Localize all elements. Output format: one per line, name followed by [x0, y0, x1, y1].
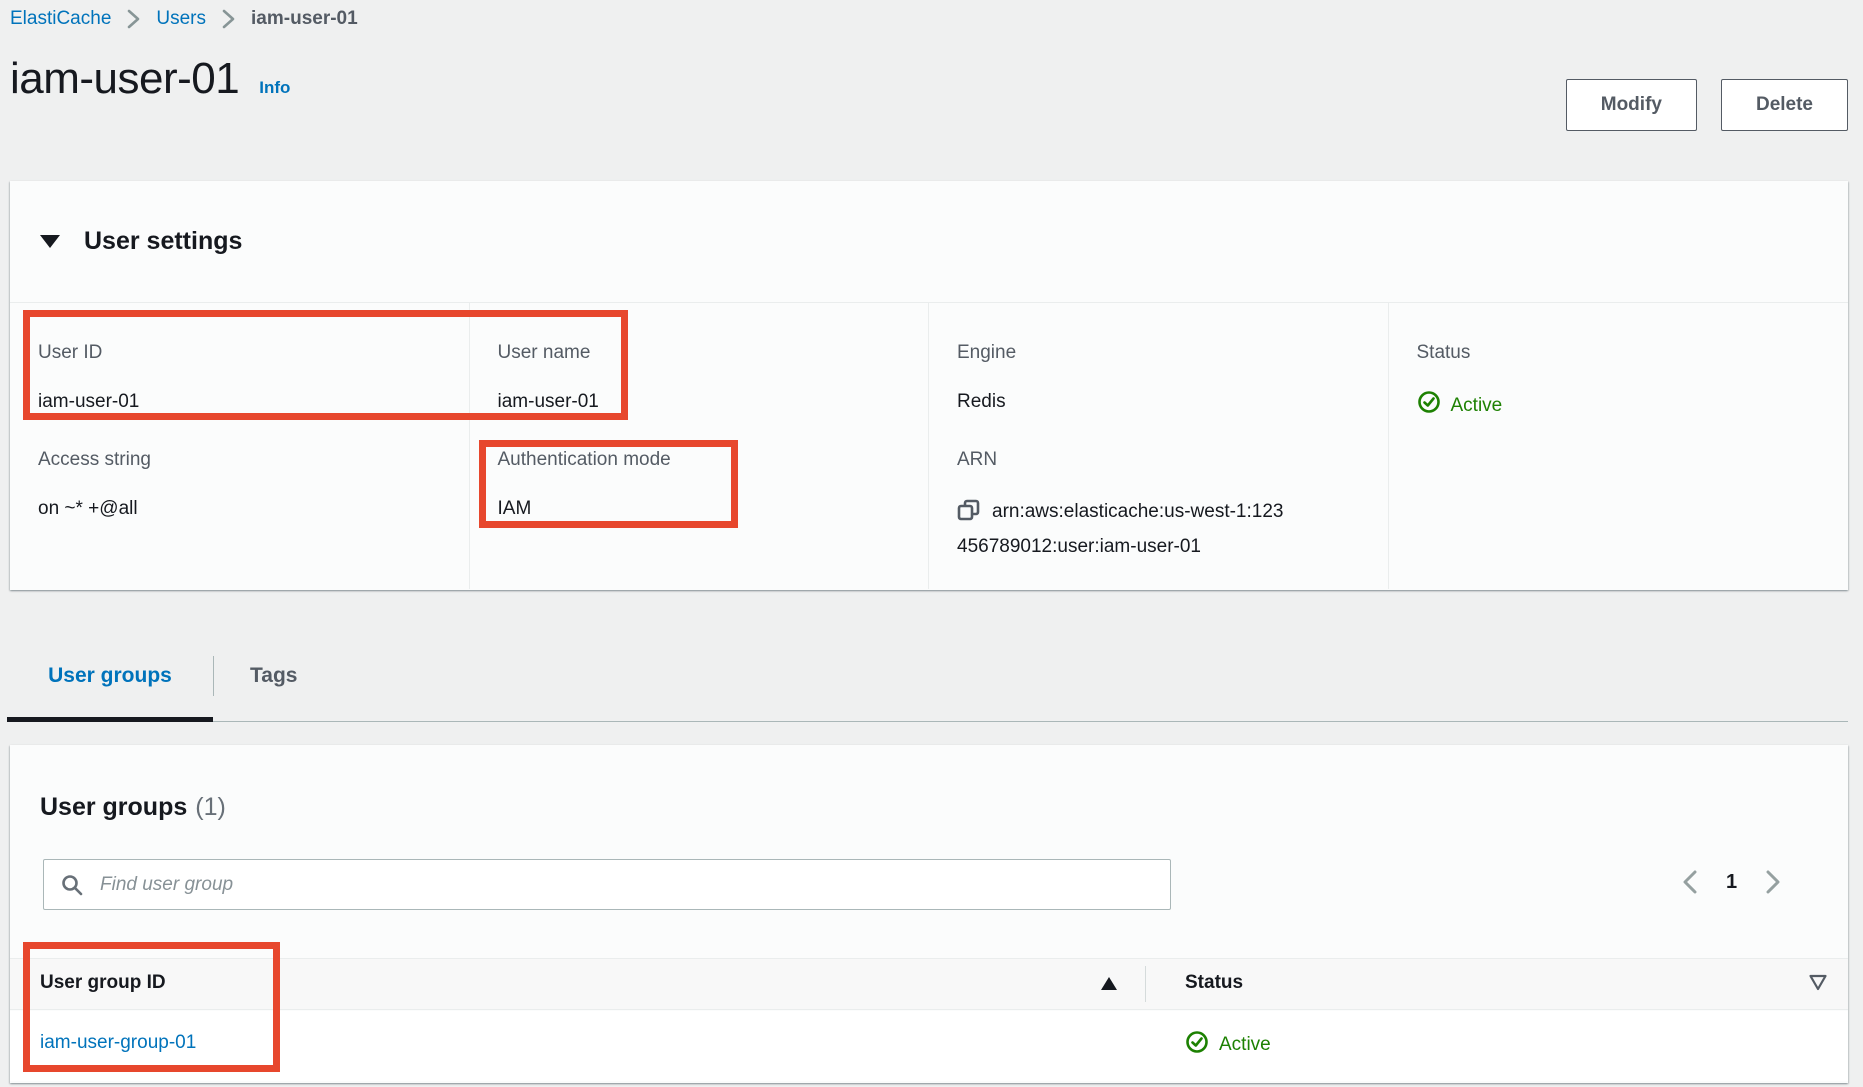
field-label: User name [498, 341, 899, 364]
field-authentication-mode: Authentication mode IAM [498, 448, 899, 521]
field-user-id: User ID iam-user-01 [38, 341, 439, 414]
row-status: Active [1185, 1030, 1271, 1060]
column-divider [1145, 966, 1146, 1002]
sort-ascending-icon[interactable] [1100, 976, 1118, 996]
page-number[interactable]: 1 [1726, 871, 1737, 894]
user-groups-panel: User groups (1) 1 User group ID Status ia… [10, 745, 1848, 1083]
field-engine: Engine Redis [957, 341, 1358, 414]
triangle-down-icon [40, 235, 60, 248]
search-box [43, 859, 1171, 910]
tab-user-groups[interactable]: User groups [7, 650, 213, 722]
field-value: Active [1417, 390, 1819, 421]
search-icon [60, 873, 84, 897]
breadcrumb-elasticache-link[interactable]: ElastiCache [10, 8, 111, 30]
chevron-right-icon[interactable] [1765, 869, 1781, 895]
field-user-name: User name iam-user-01 [498, 341, 899, 414]
field-label: Engine [957, 341, 1358, 364]
user-group-link[interactable]: iam-user-group-01 [40, 1032, 196, 1054]
user-groups-heading: User groups (1) [10, 745, 1848, 822]
field-value: IAM [498, 497, 899, 521]
check-circle-icon [1417, 390, 1441, 421]
copy-icon[interactable] [957, 499, 980, 532]
user-settings-panel: User settings User ID iam-user-01 Access… [10, 181, 1848, 590]
search-input[interactable] [98, 873, 1154, 897]
settings-column-4: Status Active [1389, 303, 1849, 589]
table-row: iam-user-group-01 Active [10, 1011, 1848, 1081]
delete-button[interactable]: Delete [1721, 79, 1848, 131]
status-text: Active [1219, 1034, 1271, 1056]
modify-button[interactable]: Modify [1566, 79, 1697, 131]
status-text: Active [1451, 394, 1503, 418]
table-header: User group ID Status [10, 958, 1848, 1010]
user-groups-count: (1) [195, 793, 226, 821]
header-actions: Modify Delete [1566, 79, 1848, 131]
filter-triangle-icon[interactable] [1808, 974, 1828, 996]
user-settings-collapse-header[interactable]: User settings [10, 181, 1848, 303]
field-value: Redis [957, 390, 1358, 414]
field-status: Status Active [1417, 341, 1819, 421]
tab-tags[interactable]: Tags [214, 650, 337, 722]
field-label: Authentication mode [498, 448, 899, 471]
field-label: Status [1417, 341, 1819, 364]
field-arn: ARN arn:aws:elasticache:us-west-1:123456… [957, 448, 1358, 562]
page-title: iam-user-01 [10, 54, 239, 104]
tab-bar: User groups Tags [7, 650, 1848, 722]
chevron-right-icon [222, 8, 235, 30]
user-settings-grid: User ID iam-user-01 Access string on ~* … [10, 303, 1848, 589]
pagination: 1 [1682, 869, 1781, 895]
page-header: iam-user-01 Info Modify Delete [10, 54, 1848, 131]
settings-column-3: Engine Redis ARN arn:aws:elasticache:us-… [929, 303, 1389, 589]
field-label: Access string [38, 448, 439, 471]
field-value: iam-user-01 [498, 390, 899, 414]
elasticache-user-detail-page: ElastiCache Users iam-user-01 iam-user-0… [0, 0, 1863, 1087]
field-label: User ID [38, 341, 439, 364]
breadcrumb: ElastiCache Users iam-user-01 [10, 8, 358, 30]
check-circle-icon [1185, 1030, 1209, 1060]
field-value: on ~* +@all [38, 497, 439, 521]
column-header-status[interactable]: Status [1185, 972, 1243, 994]
chevron-right-icon [127, 8, 140, 30]
column-header-user-group-id[interactable]: User group ID [40, 972, 166, 994]
settings-column-1: User ID iam-user-01 Access string on ~* … [10, 303, 470, 589]
field-value: arn:aws:elasticache:us-west-1:1234567890… [957, 497, 1293, 562]
breadcrumb-users-link[interactable]: Users [156, 8, 206, 30]
user-settings-title: User settings [84, 227, 242, 256]
chevron-left-icon[interactable] [1682, 869, 1698, 895]
field-access-string: Access string on ~* +@all [38, 448, 439, 521]
arn-text: arn:aws:elasticache:us-west-1:1234567890… [957, 501, 1283, 557]
user-groups-title: User groups [40, 793, 187, 821]
field-value: iam-user-01 [38, 390, 439, 414]
field-label: ARN [957, 448, 1358, 471]
info-link[interactable]: Info [259, 78, 290, 98]
breadcrumb-current-item: iam-user-01 [251, 8, 358, 30]
settings-column-2: User name iam-user-01 Authentication mod… [470, 303, 930, 589]
